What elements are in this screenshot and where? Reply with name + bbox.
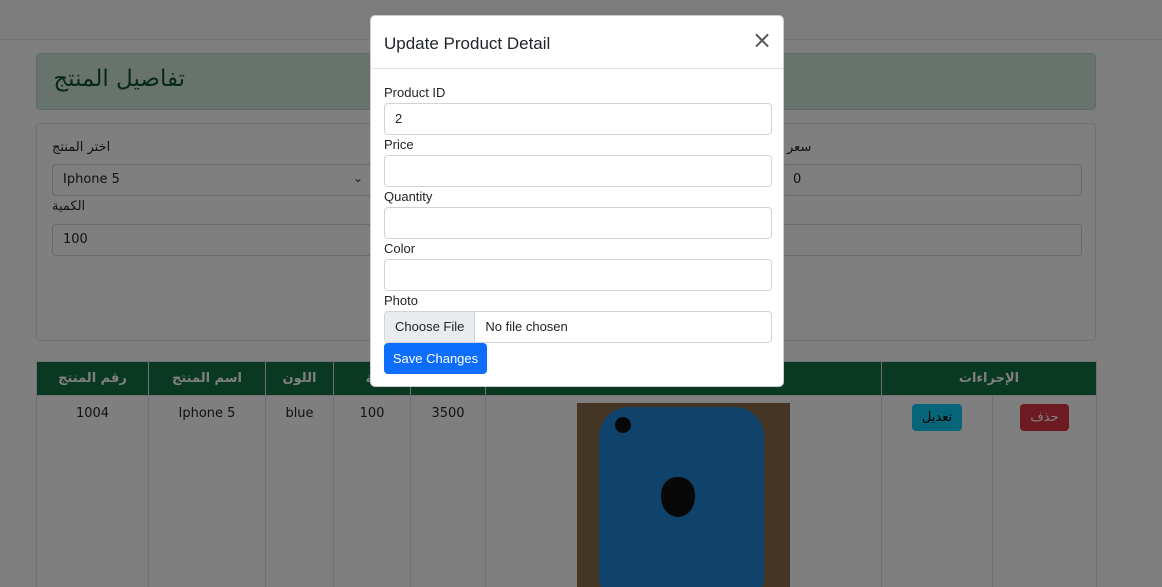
photo-file-input[interactable]: Choose File No file chosen — [384, 311, 772, 343]
price-field[interactable] — [384, 155, 772, 187]
save-changes-button[interactable]: Save Changes — [384, 343, 487, 374]
quantity-label: Quantity — [384, 189, 433, 204]
photo-label: Photo — [384, 293, 418, 308]
close-icon[interactable]: × — [752, 28, 772, 52]
product-id-field[interactable]: 2 — [384, 103, 772, 135]
product-id-value: 2 — [395, 111, 403, 126]
no-file-chosen-text: No file chosen — [485, 319, 568, 334]
quantity-field[interactable] — [384, 207, 772, 239]
price-label: Price — [384, 137, 414, 152]
modal-title: Update Product Detail — [384, 34, 551, 53]
update-product-modal: Update Product Detail × Product ID 2 Pri… — [370, 15, 784, 387]
modal-header: Update Product Detail × — [371, 16, 783, 69]
color-field[interactable] — [384, 259, 772, 291]
product-id-label: Product ID — [384, 85, 446, 100]
color-label: Color — [384, 241, 416, 256]
choose-file-button[interactable]: Choose File — [385, 312, 476, 342]
